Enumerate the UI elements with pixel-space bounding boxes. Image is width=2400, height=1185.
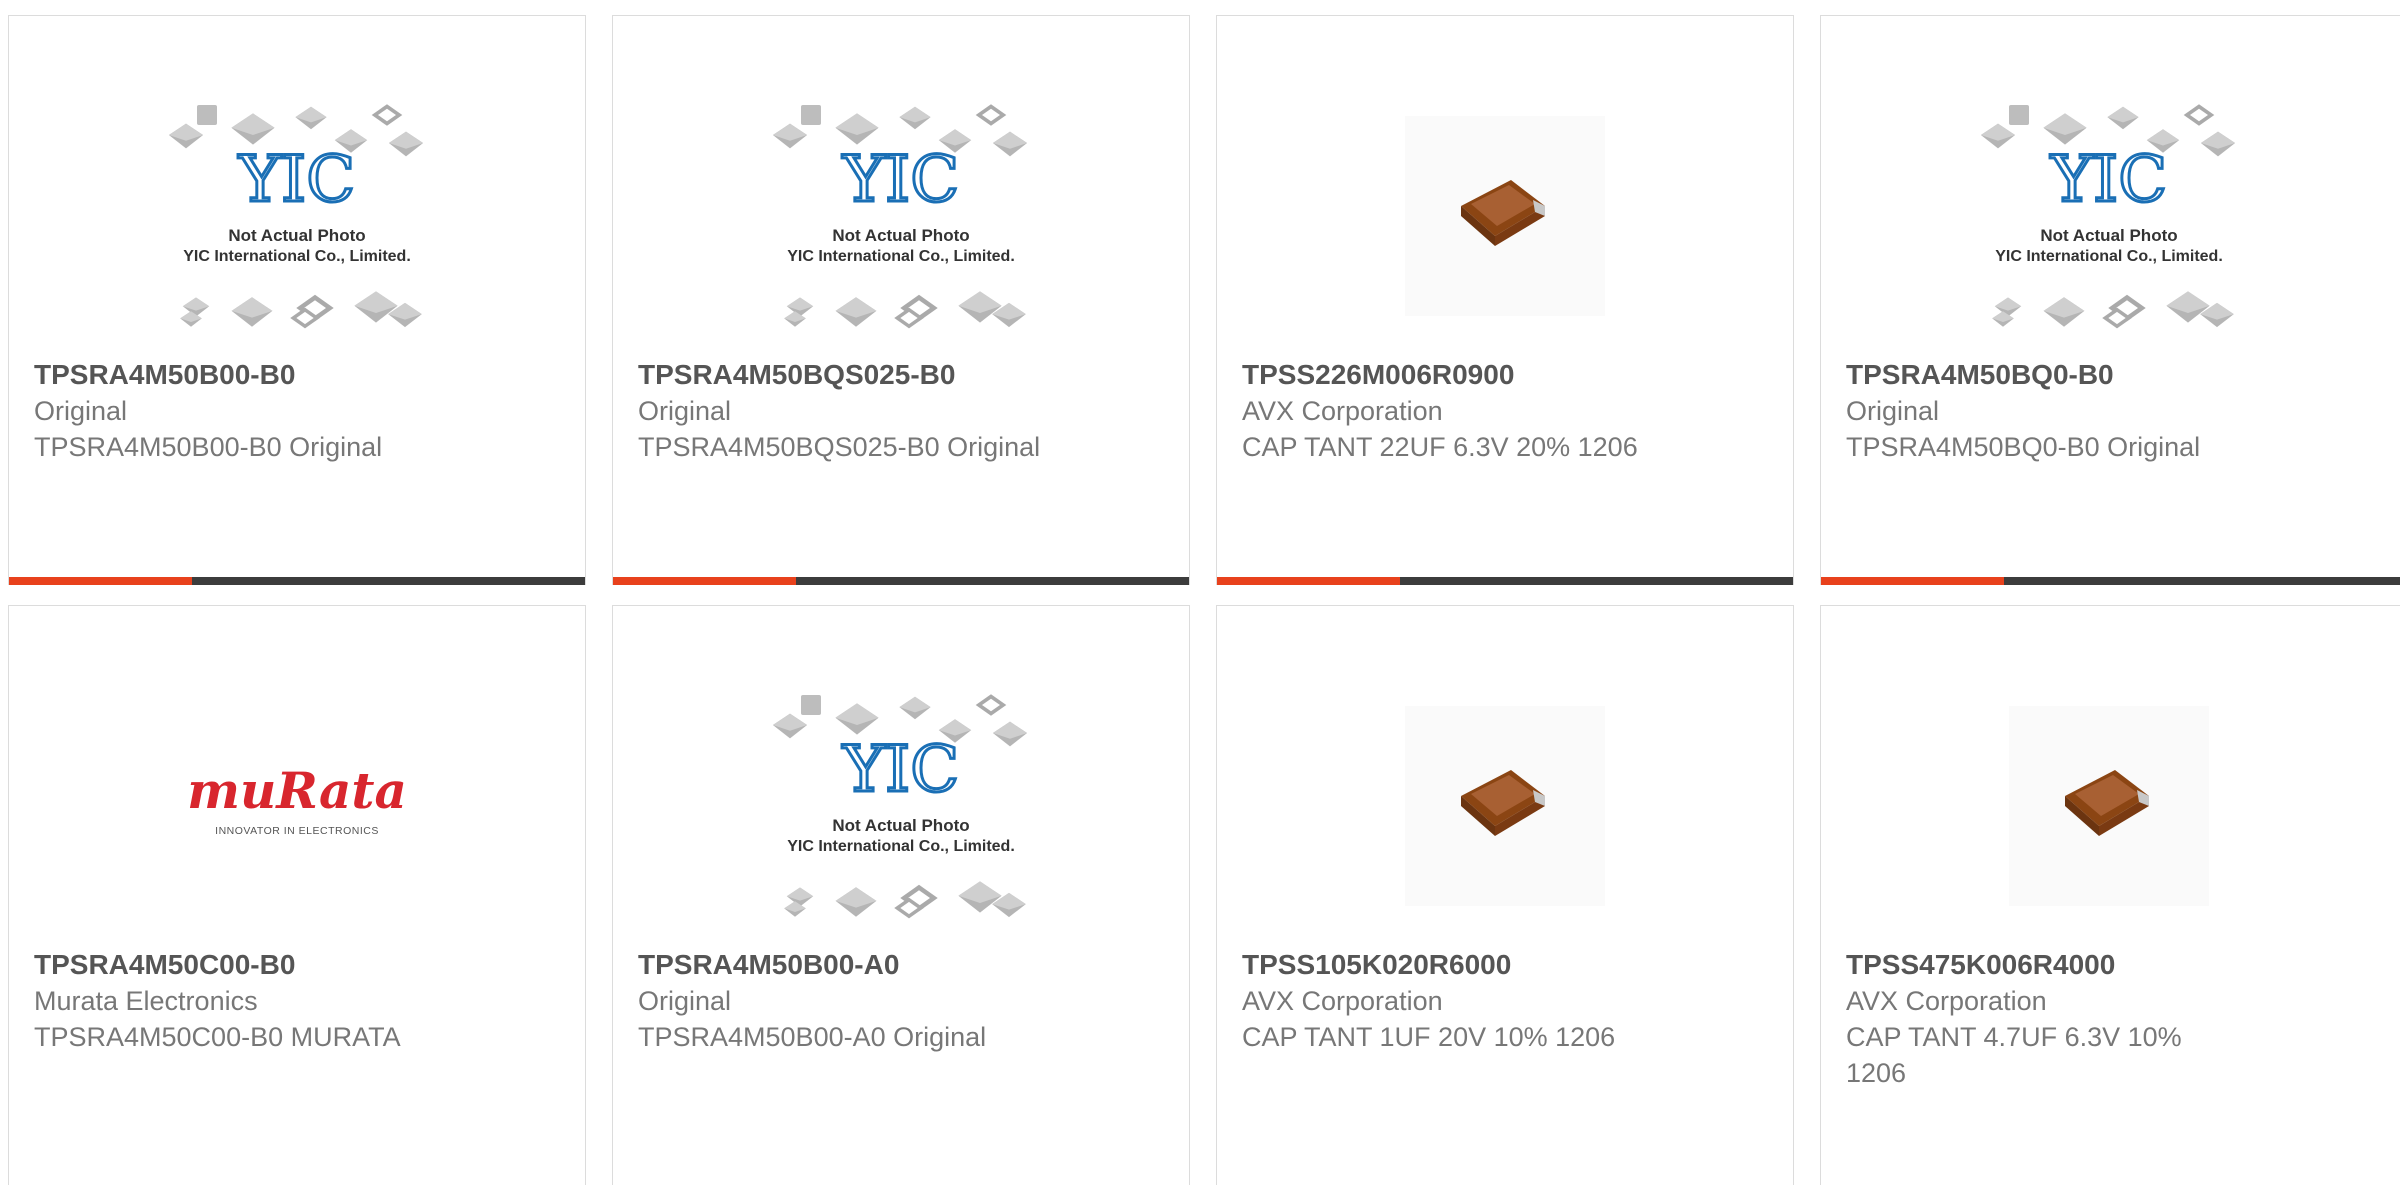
svg-text:YIC: YIC xyxy=(842,143,960,217)
description: CAP TANT 4.7UF 6.3V 10% 1206 xyxy=(1846,1022,2182,1088)
card-footer-accent xyxy=(9,577,192,585)
part-number[interactable]: TPSRA4M50C00-B0 xyxy=(34,947,445,983)
yic-placeholder-image: YIC Not Actual Photo YIC International C… xyxy=(772,694,1028,919)
murata-logo-image: muRata INNOVATOR IN ELECTRONICS xyxy=(187,761,407,837)
yic-placeholder-image: YIC Not Actual Photo YIC International C… xyxy=(772,104,1028,329)
part-number[interactable]: TPSS226M006R0900 xyxy=(1242,357,1653,393)
description: TPSRA4M50BQS025-B0 Original xyxy=(638,432,1041,462)
part-number[interactable]: TPSS105K020R6000 xyxy=(1242,947,1653,983)
product-image[interactable]: YIC Not Actual Photo YIC International C… xyxy=(613,666,1189,946)
tantalum-capacitor-image xyxy=(1405,706,1605,906)
part-number[interactable]: TPSRA4M50BQ0-B0 xyxy=(1846,357,2263,393)
product-image[interactable] xyxy=(1821,666,2400,946)
manufacturer: AVX Corporation xyxy=(1242,986,1443,1016)
description: TPSRA4M50C00-B0 MURATA xyxy=(34,1022,401,1052)
product-card[interactable]: muRata INNOVATOR IN ELECTRONICS TPSRA4M5… xyxy=(8,605,586,1185)
description: TPSRA4M50B00-B0 Original xyxy=(34,432,383,462)
product-image[interactable] xyxy=(1217,666,1793,946)
svg-text:YIC: YIC xyxy=(842,733,960,807)
card-footer-bar xyxy=(1217,577,1793,585)
card-footer-accent xyxy=(613,577,796,585)
svg-text:INNOVATOR IN ELECTRONICS: INNOVATOR IN ELECTRONICS xyxy=(215,825,379,837)
yic-placeholder-image: YIC Not Actual Photo YIC International C… xyxy=(168,104,424,329)
svg-text:Not Actual Photo: Not Actual Photo xyxy=(832,816,969,835)
card-footer-bar xyxy=(1821,577,2400,585)
tantalum-capacitor-image xyxy=(1405,116,1605,316)
manufacturer: Murata Electronics xyxy=(34,986,258,1016)
product-card[interactable]: YIC Not Actual Photo YIC International C… xyxy=(8,15,586,585)
svg-text:Not Actual Photo: Not Actual Photo xyxy=(228,226,365,245)
svg-text:YIC International Co., Limited: YIC International Co., Limited. xyxy=(787,838,1015,855)
svg-text:Not Actual Photo: Not Actual Photo xyxy=(832,226,969,245)
product-card[interactable]: YIC Not Actual Photo YIC International C… xyxy=(612,605,1190,1185)
svg-text:YIC International Co., Limited: YIC International Co., Limited. xyxy=(787,248,1015,265)
svg-text:YIC International Co., Limited: YIC International Co., Limited. xyxy=(183,248,411,265)
manufacturer: Original xyxy=(1846,396,1940,426)
card-footer-accent xyxy=(1821,577,2004,585)
svg-text:YIC: YIC xyxy=(238,143,356,217)
manufacturer: Original xyxy=(638,396,732,426)
card-footer-accent xyxy=(1217,577,1400,585)
product-card[interactable]: TPSS226M006R0900 AVX Corporation CAP TAN… xyxy=(1216,15,1794,585)
description: CAP TANT 22UF 6.3V 20% 1206 xyxy=(1242,432,1638,462)
manufacturer: Original xyxy=(34,396,128,426)
product-card[interactable]: YIC Not Actual Photo YIC International C… xyxy=(1820,15,2400,585)
manufacturer: Original xyxy=(638,986,732,1016)
description: CAP TANT 1UF 20V 10% 1206 xyxy=(1242,1022,1616,1052)
part-number[interactable]: TPSRA4M50B00-B0 xyxy=(34,357,445,393)
svg-text:Not Actual Photo: Not Actual Photo xyxy=(2040,226,2177,245)
tantalum-capacitor-image xyxy=(2009,706,2209,906)
product-image[interactable] xyxy=(1217,76,1793,356)
svg-text:YIC: YIC xyxy=(2050,143,2168,217)
product-image[interactable]: YIC Not Actual Photo YIC International C… xyxy=(1821,76,2400,356)
part-number[interactable]: TPSRA4M50B00-A0 xyxy=(638,947,1049,983)
product-image[interactable]: YIC Not Actual Photo YIC International C… xyxy=(9,76,585,356)
svg-text:YIC International Co., Limited: YIC International Co., Limited. xyxy=(1995,248,2223,265)
yic-placeholder-image: YIC Not Actual Photo YIC International C… xyxy=(1980,104,2236,329)
product-image[interactable]: muRata INNOVATOR IN ELECTRONICS xyxy=(9,666,585,946)
part-number[interactable]: TPSRA4M50BQS025-B0 xyxy=(638,357,1049,393)
product-card[interactable]: TPSS105K020R6000 AVX Corporation CAP TAN… xyxy=(1216,605,1794,1185)
card-footer-bar xyxy=(9,577,585,585)
description: TPSRA4M50BQ0-B0 Original xyxy=(1846,432,2201,462)
part-number[interactable]: TPSS475K006R4000 xyxy=(1846,947,2223,983)
product-image[interactable]: YIC Not Actual Photo YIC International C… xyxy=(613,76,1189,356)
manufacturer: AVX Corporation xyxy=(1242,396,1443,426)
product-card[interactable]: TPSS475K006R4000 AVX Corporation CAP TAN… xyxy=(1820,605,2400,1185)
product-grid: YIC Not Actual Photo YIC International C… xyxy=(0,0,2400,1185)
description: TPSRA4M50B00-A0 Original xyxy=(638,1022,987,1052)
svg-text:muRata: muRata xyxy=(187,761,407,820)
card-footer-bar xyxy=(613,577,1189,585)
product-card[interactable]: YIC Not Actual Photo YIC International C… xyxy=(612,15,1190,585)
manufacturer: AVX Corporation xyxy=(1846,986,2047,1016)
